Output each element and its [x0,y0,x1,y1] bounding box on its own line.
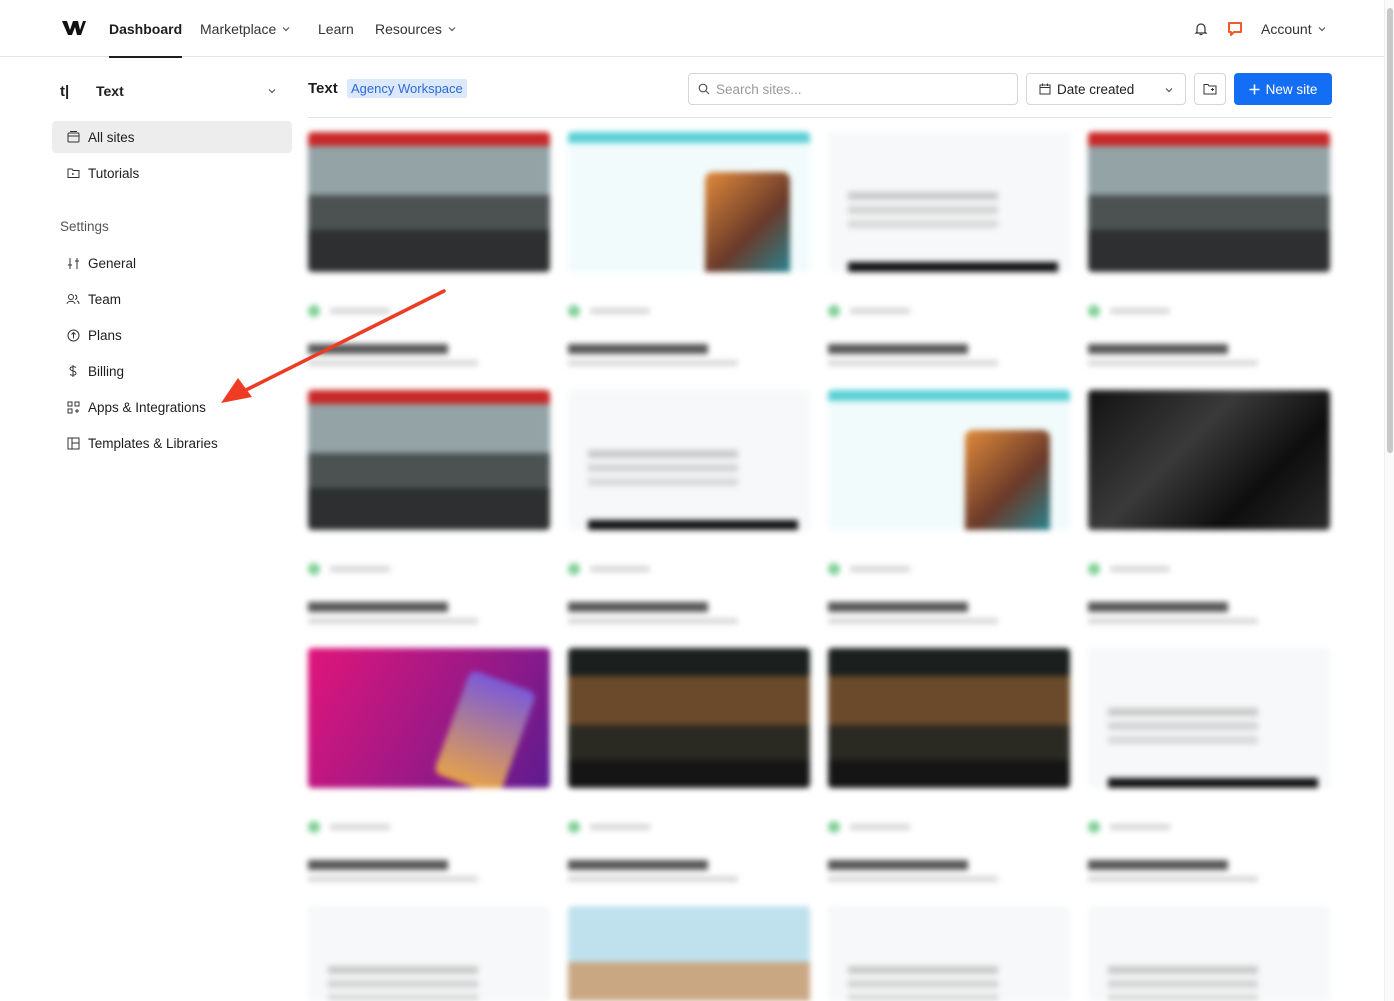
search-input[interactable] [716,81,1006,97]
account-label: Account [1261,20,1312,37]
sidebar-item-label: Billing [88,363,125,379]
site-card[interactable] [568,648,810,882]
settings-heading: Settings [60,219,109,234]
search-field[interactable] [688,73,1018,105]
sidebar-item-label: General [88,255,137,271]
sidebar-item-label: Tutorials [88,165,140,181]
sidebar-item-label: Templates & Libraries [88,435,218,451]
sidebar-item-tutorials[interactable]: Tutorials [52,157,292,189]
notifications-button[interactable] [1194,0,1208,57]
plus-icon [1249,84,1260,94]
site-thumbnail [568,648,810,788]
site-thumbnail [308,132,550,272]
apps-icon [66,400,80,414]
sidebar-item-apps-integrations[interactable]: Apps & Integrations [52,391,292,423]
tab-dashboard-label: Dashboard [109,20,183,37]
chevron-down-icon [1318,26,1326,31]
site-card[interactable] [828,648,1070,882]
sidebar-item-team[interactable]: Team [52,283,292,315]
tab-learn[interactable]: Learn [318,0,354,57]
workspace-selector[interactable]: t| Text [60,79,280,103]
site-thumbnail [828,132,1070,272]
help-chat-button[interactable] [1227,0,1243,57]
tab-dashboard[interactable]: Dashboard [109,0,183,58]
account-menu[interactable]: Account [1261,0,1326,57]
site-thumbnail [828,648,1070,788]
site-card[interactable] [568,132,810,366]
site-thumbnail [568,390,810,530]
site-card[interactable] [1088,132,1330,366]
site-card[interactable] [568,390,810,624]
scrollbar-thumb[interactable] [1387,8,1393,453]
sites-grid [308,128,1338,1001]
site-card[interactable] [1088,390,1330,624]
site-thumbnail [308,648,550,788]
sidebar-item-all-sites[interactable]: All sites [52,121,292,153]
site-card[interactable] [308,390,550,624]
folder-icon [66,166,80,180]
site-card[interactable] [828,132,1070,366]
sidebar-item-billing[interactable]: Billing [52,355,292,387]
site-thumbnail [1088,906,1330,1001]
site-card[interactable] [308,132,550,366]
sidebar-item-general[interactable]: General [52,247,292,279]
site-thumbnail [308,390,550,530]
site-card[interactable] [1088,648,1330,882]
sidebar-item-label: Plans [88,327,122,343]
tab-marketplace-label: Marketplace [200,20,277,37]
site-card[interactable] [1088,906,1330,1001]
site-thumbnail [1088,648,1330,788]
dollar-icon [66,364,80,378]
sidebar: t| Text All sites Tutorials Settings Gen… [0,57,300,1001]
site-thumbnail [1088,390,1330,530]
header-divider [308,117,1332,118]
sidebar-item-label: Apps & Integrations [88,399,206,415]
sidebar-item-templates-libraries[interactable]: Templates & Libraries [52,427,292,459]
bell-icon [1194,22,1208,35]
sidebar-item-plans[interactable]: Plans [52,319,292,351]
calendar-icon [1039,83,1051,95]
tab-marketplace[interactable]: Marketplace [200,0,290,57]
sliders-icon [66,256,80,270]
template-icon [66,436,80,450]
site-card[interactable] [308,648,550,882]
team-icon [66,292,80,306]
sort-select[interactable]: Date created [1026,73,1186,105]
workspace-badge: Agency Workspace [347,79,467,98]
new-folder-button[interactable] [1194,73,1226,105]
sort-label: Date created [1057,81,1135,97]
browser-icon [66,130,80,144]
site-thumbnail [568,132,810,272]
page-title: Text [308,80,338,97]
chevron-down-icon [282,26,290,31]
top-navigation: Dashboard Marketplace Learn Resources Ac… [0,0,1384,58]
workspace-avatar: t| [60,82,70,100]
site-card[interactable] [828,390,1070,624]
workspace-name: Text [96,83,124,99]
site-thumbnail [568,906,810,1001]
page-scrollbar[interactable] [1384,0,1394,1001]
webflow-logo-icon[interactable] [61,18,87,38]
plans-icon [66,328,80,342]
folder-add-icon [1203,84,1217,95]
site-thumbnail [308,906,550,1001]
site-thumbnail [828,906,1070,1001]
chevron-down-icon [1165,88,1173,93]
sidebar-item-label: All sites [88,129,135,145]
site-card[interactable] [828,906,1070,1001]
new-site-button[interactable]: New site [1234,73,1332,105]
site-card[interactable] [568,906,810,1001]
site-thumbnail [1088,132,1330,272]
sidebar-item-label: Team [88,291,122,307]
tab-learn-label: Learn [318,20,354,37]
tab-resources[interactable]: Resources [375,0,456,57]
chevron-down-icon [268,89,276,94]
search-icon [698,83,710,95]
chevron-down-icon [448,26,456,31]
site-thumbnail [828,390,1070,530]
site-card[interactable] [308,906,550,1001]
new-site-label: New site [1265,81,1318,97]
chat-icon [1228,21,1242,36]
tab-resources-label: Resources [375,20,442,37]
